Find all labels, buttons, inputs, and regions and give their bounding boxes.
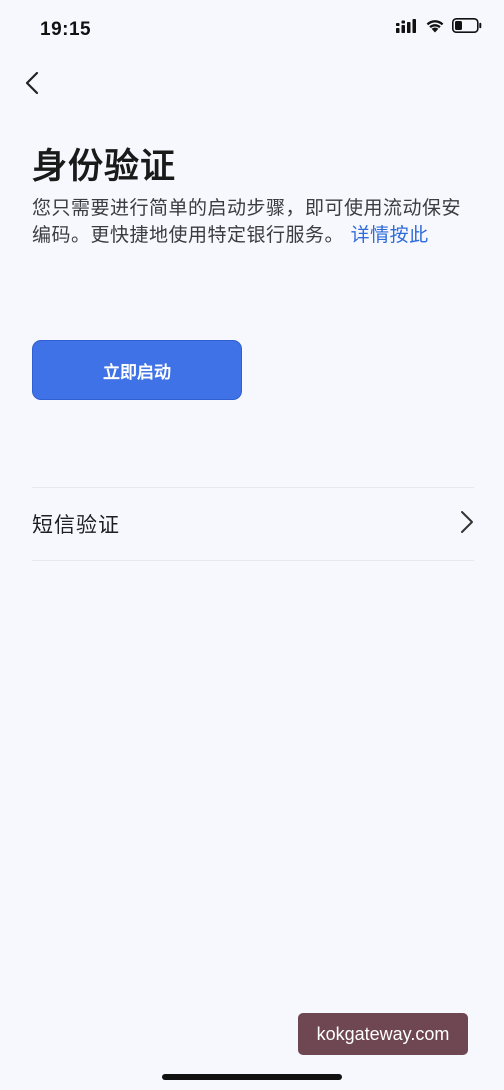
cellular-signal-icon (396, 18, 418, 33)
battery-icon (452, 18, 482, 33)
back-button[interactable] (18, 70, 46, 100)
watermark-badge: kokgateway.com (298, 1013, 468, 1055)
page-description: 您只需要进行简单的启动步骤，即可使用流动保安编码。更快捷地使用特定银行服务。 详… (32, 195, 472, 249)
chevron-left-icon (25, 71, 39, 99)
details-link[interactable]: 详情按此 (351, 224, 429, 246)
sms-verification-row[interactable]: 短信验证 (32, 488, 474, 560)
chevron-right-icon (460, 510, 474, 538)
status-icons (396, 18, 482, 33)
page-title: 身份验证 (32, 147, 177, 187)
status-bar: 19:15 (0, 0, 504, 60)
divider-bottom (32, 560, 474, 561)
start-button[interactable]: 立即启动 (32, 340, 242, 400)
status-time: 19:15 (40, 19, 92, 40)
wifi-icon (425, 18, 445, 33)
home-indicator[interactable] (162, 1074, 342, 1080)
sms-verification-label: 短信验证 (32, 513, 120, 537)
